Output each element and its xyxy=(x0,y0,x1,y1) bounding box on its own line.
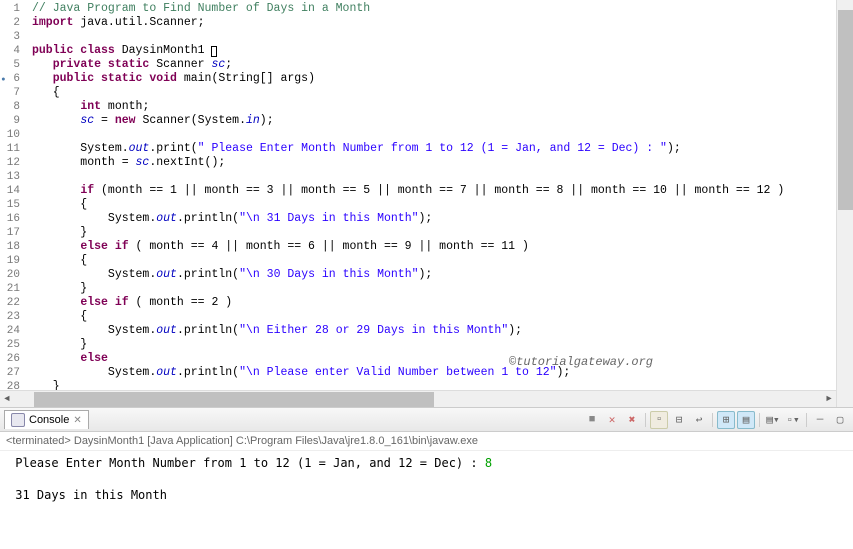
code-line[interactable]: System.out.print(" Please Enter Month Nu… xyxy=(32,142,853,156)
code-line[interactable] xyxy=(32,128,853,142)
line-number: 11 xyxy=(4,142,20,156)
code-line[interactable]: System.out.println("\n Please enter Vali… xyxy=(32,366,853,380)
separator xyxy=(759,413,760,427)
code-line[interactable]: { xyxy=(32,254,853,268)
line-number: 8 xyxy=(4,100,20,114)
line-number: 27 xyxy=(4,366,20,380)
pin-console-icon[interactable]: ⊞ xyxy=(717,411,735,429)
line-number: 17 xyxy=(4,226,20,240)
line-number: 1 xyxy=(4,2,20,16)
code-content[interactable]: // Java Program to Find Number of Days i… xyxy=(28,0,853,407)
line-number: 5 xyxy=(4,58,20,72)
console-toolbar: ■ ✕ ✖ ▫ ⊟ ↩ ⊞ ▤ ▤▾ ▫▾ — ▢ xyxy=(583,411,849,429)
console-tab-label: Console xyxy=(29,414,69,426)
separator xyxy=(645,413,646,427)
line-number: 6 xyxy=(4,72,20,86)
scrollbar-thumb[interactable] xyxy=(34,392,434,407)
code-line[interactable]: if (month == 1 || month == 3 || month ==… xyxy=(32,184,853,198)
code-line[interactable]: public static void main(String[] args) xyxy=(32,72,853,86)
code-line[interactable]: } xyxy=(32,226,853,240)
code-line[interactable]: System.out.println("\n Either 28 or 29 D… xyxy=(32,324,853,338)
line-number: 15 xyxy=(4,198,20,212)
remove-launch-icon[interactable]: ✕ xyxy=(603,411,621,429)
line-number: 7 xyxy=(4,86,20,100)
code-line[interactable]: else if ( month == 2 ) xyxy=(32,296,853,310)
code-line[interactable] xyxy=(32,30,853,44)
separator xyxy=(806,413,807,427)
line-number: 16 xyxy=(4,212,20,226)
line-number: 18 xyxy=(4,240,20,254)
new-console-icon[interactable]: ▫▾ xyxy=(784,411,802,429)
line-number: 21 xyxy=(4,282,20,296)
line-number: 26 xyxy=(4,352,20,366)
display-console-icon[interactable]: ▤ xyxy=(737,411,755,429)
console-icon xyxy=(11,413,25,427)
code-line[interactable] xyxy=(32,170,853,184)
console-tab[interactable]: Console ✕ xyxy=(4,410,89,429)
code-line[interactable]: System.out.println("\n 30 Days in this M… xyxy=(32,268,853,282)
line-number: 19 xyxy=(4,254,20,268)
line-number: 4 xyxy=(4,44,20,58)
scroll-lock-icon[interactable]: ⊟ xyxy=(670,411,688,429)
code-line[interactable]: sc = new Scanner(System.in); xyxy=(32,114,853,128)
code-editor[interactable]: 1234567891011121314151617181920212223242… xyxy=(0,0,853,408)
open-console-icon[interactable]: ▤▾ xyxy=(764,411,782,429)
code-line[interactable]: private static Scanner sc; xyxy=(32,58,853,72)
word-wrap-icon[interactable]: ↩ xyxy=(690,411,708,429)
line-number: 25 xyxy=(4,338,20,352)
horizontal-scrollbar[interactable]: ◄ ► xyxy=(0,390,836,407)
maximize-icon[interactable]: ▢ xyxy=(831,411,849,429)
line-number: 12 xyxy=(4,156,20,170)
console-output[interactable]: Please Enter Month Number from 1 to 12 (… xyxy=(0,451,853,507)
code-line[interactable]: { xyxy=(32,198,853,212)
code-line[interactable]: System.out.println("\n 31 Days in this M… xyxy=(32,212,853,226)
vertical-scrollbar[interactable] xyxy=(836,0,853,407)
remove-all-icon[interactable]: ✖ xyxy=(623,411,641,429)
line-number: 24 xyxy=(4,324,20,338)
line-number: 20 xyxy=(4,268,20,282)
line-number: 22 xyxy=(4,296,20,310)
console-panel: Console ✕ ■ ✕ ✖ ▫ ⊟ ↩ ⊞ ▤ ▤▾ ▫▾ — ▢ <ter… xyxy=(0,408,853,549)
separator xyxy=(712,413,713,427)
line-number: 13 xyxy=(4,170,20,184)
code-line[interactable]: } xyxy=(32,338,853,352)
scrollbar-thumb[interactable] xyxy=(838,10,853,210)
close-tab-icon[interactable]: ✕ xyxy=(73,415,81,426)
code-line[interactable]: { xyxy=(32,86,853,100)
line-number: 3 xyxy=(4,30,20,44)
scroll-right-icon[interactable]: ► xyxy=(822,394,836,404)
line-number: 2 xyxy=(4,16,20,30)
console-result: 31 Days in this Month xyxy=(8,488,167,502)
console-launch-info: <terminated> DaysinMonth1 [Java Applicat… xyxy=(0,432,853,451)
watermark: ©tutorialgateway.org xyxy=(509,355,653,369)
line-number: 10 xyxy=(4,128,20,142)
console-prompt: Please Enter Month Number from 1 to 12 (… xyxy=(8,456,485,470)
code-line[interactable]: } xyxy=(32,282,853,296)
line-number-gutter: 1234567891011121314151617181920212223242… xyxy=(0,0,28,407)
code-line[interactable]: month = sc.nextInt(); xyxy=(32,156,853,170)
clear-console-icon[interactable]: ▫ xyxy=(650,411,668,429)
line-number: 14 xyxy=(4,184,20,198)
user-input: 8 xyxy=(485,456,492,470)
scroll-left-icon[interactable]: ◄ xyxy=(0,394,14,404)
console-header: Console ✕ ■ ✕ ✖ ▫ ⊟ ↩ ⊞ ▤ ▤▾ ▫▾ — ▢ xyxy=(0,408,853,432)
line-number: 9 xyxy=(4,114,20,128)
code-line[interactable]: import java.util.Scanner; xyxy=(32,16,853,30)
terminate-icon[interactable]: ■ xyxy=(583,411,601,429)
code-line[interactable]: else xyxy=(32,352,853,366)
code-line[interactable]: int month; xyxy=(32,100,853,114)
minimize-icon[interactable]: — xyxy=(811,411,829,429)
code-line[interactable]: // Java Program to Find Number of Days i… xyxy=(32,2,853,16)
line-number: 23 xyxy=(4,310,20,324)
code-line[interactable]: public class DaysinMonth1 xyxy=(32,44,853,58)
code-line[interactable]: { xyxy=(32,310,853,324)
code-line[interactable]: else if ( month == 4 || month == 6 || mo… xyxy=(32,240,853,254)
